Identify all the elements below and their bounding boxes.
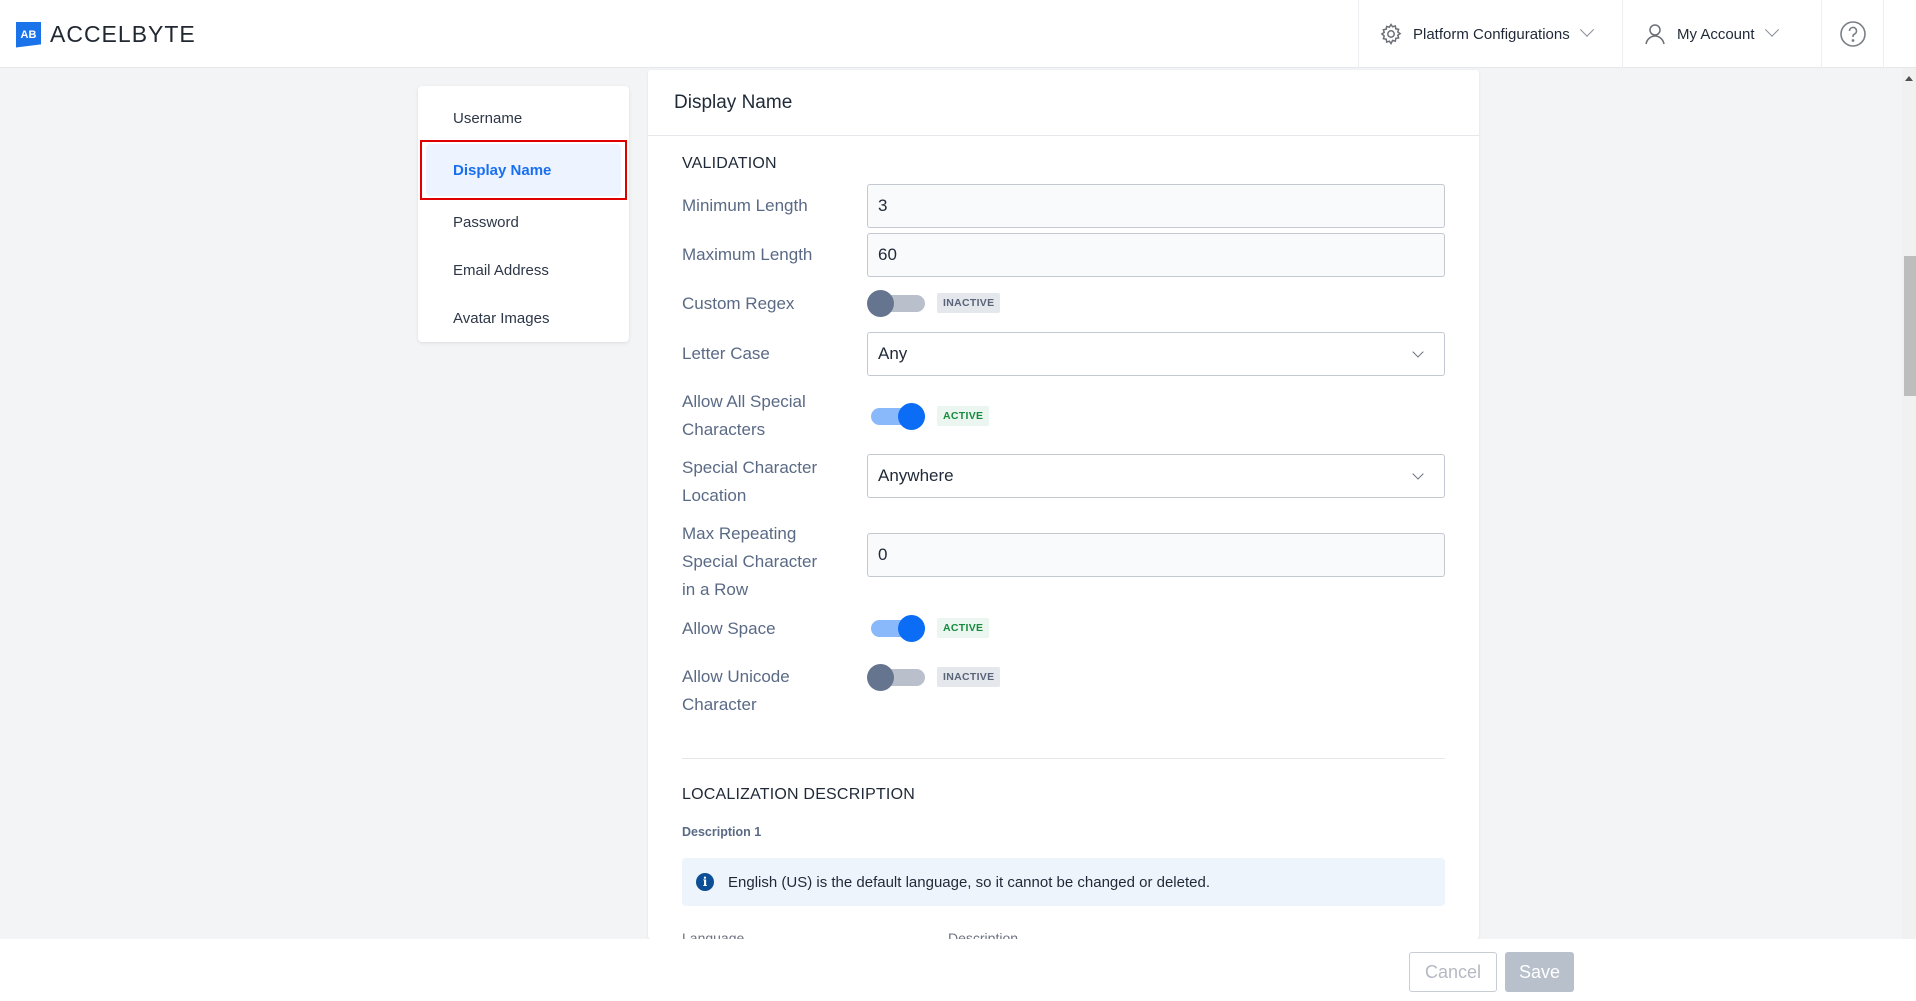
chevron-down-icon xyxy=(1412,468,1424,480)
gear-icon xyxy=(1380,23,1402,45)
top-header: AB ACCELBYTE Platform Configurations My … xyxy=(0,0,1916,68)
allow-space-label: Allow Space xyxy=(682,619,776,638)
scroll-thumb[interactable] xyxy=(1904,256,1916,396)
custom-regex-row: Custom Regex INACTIVE xyxy=(682,290,1445,318)
action-footer: Cancel Save xyxy=(0,939,1916,1001)
special-char-location-label-line2: Location xyxy=(682,486,747,505)
allow-unicode-toggle[interactable] xyxy=(867,664,925,691)
letter-case-row: Letter Case Any xyxy=(682,332,1445,376)
allow-all-special-label-line1: Allow All Special xyxy=(682,392,806,411)
allow-unicode-label-line2: Character xyxy=(682,695,757,714)
letter-case-value: Any xyxy=(878,344,908,363)
maximum-length-input[interactable]: 60 xyxy=(867,233,1445,277)
default-language-info: i English (US) is the default language, … xyxy=(682,858,1445,906)
allow-all-special-toggle[interactable] xyxy=(867,403,925,430)
sidebar-item-display-name[interactable]: Display Name xyxy=(420,140,627,200)
max-repeating-label-line3: in a Row xyxy=(682,580,749,599)
section-divider xyxy=(682,758,1445,759)
allow-all-special-label-line2: Characters xyxy=(682,420,766,439)
special-char-location-select[interactable]: Anywhere xyxy=(867,454,1445,498)
allow-unicode-label: Allow Unicode Character xyxy=(682,663,867,719)
platform-configurations-menu[interactable]: Platform Configurations xyxy=(1358,0,1622,68)
minimum-length-row: Minimum Length 3 xyxy=(682,184,1445,228)
default-language-info-text: English (US) is the default language, so… xyxy=(728,873,1210,891)
special-char-location-value: Anywhere xyxy=(878,466,954,485)
max-repeating-label-line1: Max Repeating xyxy=(682,524,797,543)
allow-unicode-status-badge: INACTIVE xyxy=(937,667,1001,687)
chevron-down-icon xyxy=(1579,22,1594,37)
cancel-button[interactable]: Cancel xyxy=(1409,952,1497,992)
localization-section-title: LOCALIZATION DESCRIPTION xyxy=(682,786,915,803)
maximum-length-row: Maximum Length 60 xyxy=(682,233,1445,277)
max-repeating-label-line2: Special Character xyxy=(682,552,818,571)
special-char-location-label: Special Character Location xyxy=(682,454,867,510)
info-icon: i xyxy=(696,873,714,891)
max-repeating-input[interactable]: 0 xyxy=(867,533,1445,577)
validation-section-title: VALIDATION xyxy=(682,155,777,172)
allow-space-row: Allow Space ACTIVE xyxy=(682,615,1445,643)
scroll-up-arrow-icon[interactable] xyxy=(1905,76,1913,81)
allow-all-special-status-badge: ACTIVE xyxy=(937,406,990,426)
sidebar-item-username[interactable]: Username xyxy=(426,94,621,142)
allow-all-special-row: Allow All Special Characters ACTIVE xyxy=(682,388,1445,444)
user-icon xyxy=(1645,24,1665,45)
display-name-card: Display Name VALIDATION Minimum Length 3… xyxy=(648,70,1479,939)
allow-all-special-label: Allow All Special Characters xyxy=(682,388,867,444)
page-scrollbar[interactable] xyxy=(1902,68,1916,939)
question-circle-icon xyxy=(1839,21,1866,47)
allow-unicode-label-line1: Allow Unicode xyxy=(682,667,790,686)
logo-mark-icon: AB xyxy=(16,21,41,48)
my-account-menu[interactable]: My Account xyxy=(1622,0,1821,68)
sidebar-item-password[interactable]: Password xyxy=(426,198,621,246)
description-1-label: Description 1 xyxy=(682,825,762,839)
maximum-length-label: Maximum Length xyxy=(682,245,813,264)
help-button[interactable] xyxy=(1821,0,1884,68)
chevron-down-icon xyxy=(1764,22,1779,37)
my-account-label: My Account xyxy=(1677,25,1755,43)
allow-space-toggle[interactable] xyxy=(867,615,925,642)
max-repeating-row: Max Repeating Special Character in a Row… xyxy=(682,520,1445,604)
letter-case-select[interactable]: Any xyxy=(867,332,1445,376)
custom-regex-label: Custom Regex xyxy=(682,294,795,313)
chevron-down-icon xyxy=(1412,346,1424,358)
language-column-header: Language xyxy=(682,930,745,939)
settings-sidebar: Username Display Name Password Email Add… xyxy=(418,86,629,342)
max-repeating-label: Max Repeating Special Character in a Row xyxy=(682,520,867,604)
header-nav: Platform Configurations My Account xyxy=(1358,0,1916,68)
accelbyte-logo[interactable]: AB ACCELBYTE xyxy=(16,21,196,48)
description-column-header: Description xyxy=(948,930,1019,939)
minimum-length-input[interactable]: 3 xyxy=(867,184,1445,228)
sidebar-item-email-address[interactable]: Email Address xyxy=(426,246,621,294)
logo-text: ACCELBYTE xyxy=(50,21,196,47)
custom-regex-toggle[interactable] xyxy=(867,290,925,317)
special-char-location-row: Special Character Location Anywhere xyxy=(682,454,1445,510)
page-title: Display Name xyxy=(648,70,1479,136)
allow-unicode-row: Allow Unicode Character INACTIVE xyxy=(682,663,1445,719)
minimum-length-label: Minimum Length xyxy=(682,196,808,215)
special-char-location-label-line1: Special Character xyxy=(682,458,818,477)
letter-case-label: Letter Case xyxy=(682,344,770,363)
platform-configurations-label: Platform Configurations xyxy=(1413,25,1570,43)
allow-space-status-badge: ACTIVE xyxy=(937,618,990,638)
sidebar-item-avatar-images[interactable]: Avatar Images xyxy=(426,294,621,342)
localization-table-header: Language Description xyxy=(682,930,1445,939)
custom-regex-status-badge: INACTIVE xyxy=(937,293,1001,313)
save-button[interactable]: Save xyxy=(1505,952,1574,992)
